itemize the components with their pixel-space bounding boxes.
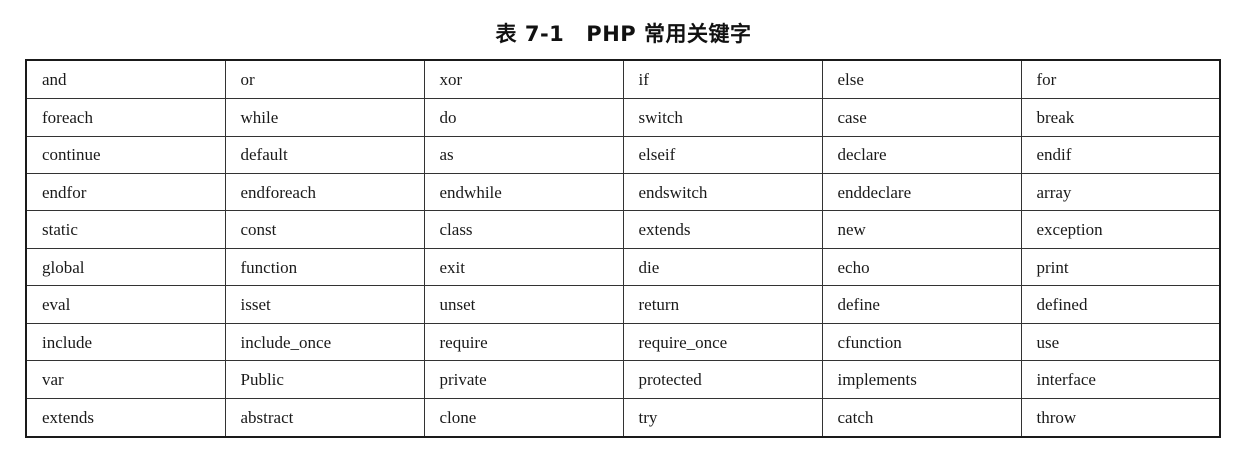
table-row: endfor endforeach endwhile endswitch enddecl…: [25, 172, 1221, 212]
table-row: eval isset unset return define defined: [25, 285, 1221, 324]
keyword-cell: extends: [622, 210, 823, 249]
keyword-cell: Public: [224, 360, 425, 399]
keyword-cell: endforeach: [224, 172, 425, 212]
keyword-cell: new: [821, 210, 1022, 249]
table-row: static const class extends new exception: [25, 210, 1221, 249]
keyword-cell: use: [1020, 322, 1221, 362]
keyword-cell: include: [25, 322, 226, 362]
keyword-cell: endswitch: [622, 172, 823, 212]
keywords-table-body: and or xor if else for foreach while do switch cas…: [25, 59, 1221, 438]
keyword-cell: isset: [224, 285, 425, 324]
keyword-cell: eval: [25, 285, 226, 324]
keyword-cell: abstract: [224, 397, 425, 438]
keyword-cell: class: [423, 210, 624, 249]
keyword-cell: continue: [25, 135, 226, 175]
keyword-cell: include_once: [224, 322, 425, 362]
keyword-cell: static: [25, 210, 226, 249]
keyword-cell: extends: [25, 397, 226, 438]
keyword-cell: const: [224, 210, 425, 249]
keyword-cell: default: [224, 135, 425, 175]
keyword-cell: defined: [1020, 285, 1221, 324]
keyword-cell: exception: [1020, 210, 1221, 249]
keyword-cell: interface: [1020, 360, 1221, 399]
keyword-cell: break: [1020, 98, 1221, 137]
keyword-cell: case: [821, 98, 1022, 137]
table-row: foreach while do switch case break: [25, 98, 1221, 137]
keyword-cell: try: [622, 397, 823, 438]
keyword-cell: endif: [1020, 135, 1221, 175]
keyword-cell: foreach: [25, 98, 226, 137]
keyword-cell: var: [25, 360, 226, 399]
keyword-cell: define: [821, 285, 1022, 324]
keyword-cell: endwhile: [423, 172, 624, 212]
keyword-cell: exit: [423, 247, 624, 287]
table-row: continue default as elseif declare endif: [25, 135, 1221, 175]
table-number: 表 7-1: [495, 22, 565, 46]
table-row: include include_once require require_once cf…: [25, 322, 1221, 362]
keyword-cell: else: [821, 59, 1022, 100]
keyword-cell: echo: [821, 247, 1022, 287]
table-row: extends abstract clone try catch throw: [25, 397, 1221, 438]
keyword-cell: catch: [821, 397, 1022, 438]
table-caption: 表 7-1 PHP 常用关键字: [0, 18, 1247, 48]
keywords-table: and or xor if else for foreach while do switch cas…: [25, 59, 1221, 438]
keyword-cell: switch: [622, 98, 823, 137]
keyword-cell: require_once: [622, 322, 823, 362]
keyword-cell: as: [423, 135, 624, 175]
keyword-cell: and: [25, 59, 226, 100]
table-row: and or xor if else for: [25, 59, 1221, 100]
table-title: PHP 常用关键字: [586, 22, 752, 46]
keyword-cell: die: [622, 247, 823, 287]
keyword-cell: global: [25, 247, 226, 287]
keyword-cell: while: [224, 98, 425, 137]
keyword-cell: enddeclare: [821, 172, 1022, 212]
keyword-cell: implements: [821, 360, 1022, 399]
keyword-cell: print: [1020, 247, 1221, 287]
keyword-cell: clone: [423, 397, 624, 438]
keyword-cell: elseif: [622, 135, 823, 175]
keyword-cell: for: [1020, 59, 1221, 100]
keyword-cell: declare: [821, 135, 1022, 175]
keyword-cell: cfunction: [821, 322, 1022, 362]
keyword-cell: endfor: [25, 172, 226, 212]
keyword-cell: if: [622, 59, 823, 100]
keyword-cell: require: [423, 322, 624, 362]
keyword-cell: return: [622, 285, 823, 324]
keyword-cell: protected: [622, 360, 823, 399]
keyword-cell: private: [423, 360, 624, 399]
table-row: global function exit die echo print: [25, 247, 1221, 287]
keyword-cell: unset: [423, 285, 624, 324]
keyword-cell: throw: [1020, 397, 1221, 438]
keyword-cell: do: [423, 98, 624, 137]
keyword-cell: or: [224, 59, 425, 100]
keyword-cell: xor: [423, 59, 624, 100]
table-row: var Public private protected implements inter…: [25, 360, 1221, 399]
keyword-cell: function: [224, 247, 425, 287]
keyword-cell: array: [1020, 172, 1221, 212]
